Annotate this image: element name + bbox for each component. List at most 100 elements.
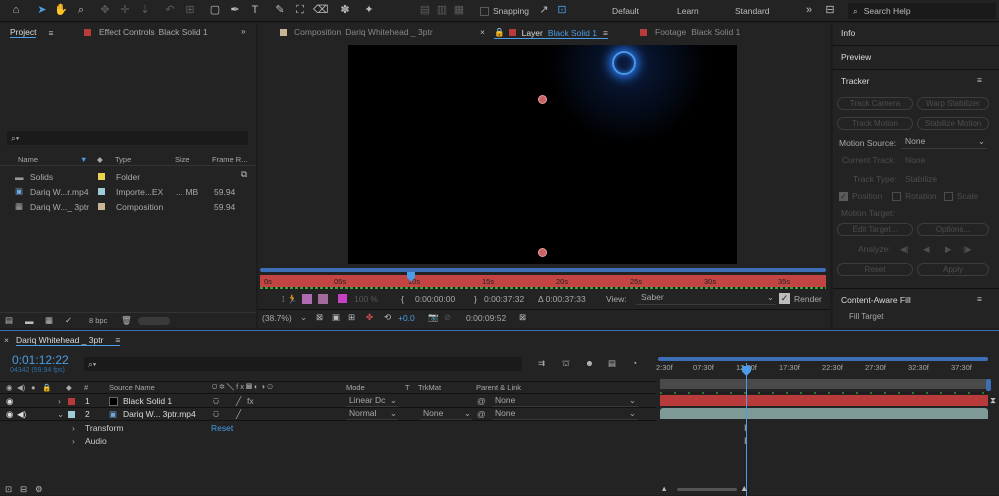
refine-icon[interactable] — [318, 294, 328, 304]
puppet-icon[interactable]: 🏃 — [287, 294, 298, 305]
time-ruler[interactable]: 2:30f 07:30f 12:30f 17:30f 22:30f 27:30f… — [656, 363, 996, 377]
flowchart-icon[interactable]: ⧉ — [241, 169, 247, 180]
col-size[interactable]: Size — [175, 155, 190, 164]
lock-switch-icon[interactable]: 🔒 — [42, 383, 51, 392]
eraser-tool-icon[interactable]: ⌫ — [313, 3, 329, 17]
puppet-pin-icon[interactable]: ✦ — [362, 3, 376, 17]
roto-brush-icon[interactable]: ✽ — [338, 3, 352, 17]
warp-stabilizer-button[interactable]: Warp Stabilizer — [917, 97, 989, 110]
property-row-transform[interactable]: › Transform Reset — [0, 422, 656, 435]
show-snapshot-icon[interactable]: ⊘ — [444, 312, 451, 323]
audio-icon[interactable]: ◀) — [17, 409, 26, 420]
color-channels-icon[interactable]: ✤ — [366, 312, 373, 323]
content-aware-fill-header[interactable]: Content-Aware Fill — [841, 295, 911, 305]
analyze-forward-icon[interactable]: ▶ — [945, 244, 952, 255]
reset-button[interactable]: Reset — [837, 263, 913, 276]
render-time-toggle-icon[interactable]: ⚙ — [35, 484, 43, 495]
rectangle-tool-icon[interactable]: ▢ — [208, 3, 222, 17]
workspace-overflow-icon[interactable]: » — [802, 3, 816, 17]
search-help-field[interactable]: ⌕ Search Help — [848, 3, 996, 19]
align-right-icon[interactable]: ▦ — [452, 3, 466, 17]
shy-switch-icon[interactable]: ⩂ — [213, 409, 219, 420]
layer-label-color[interactable] — [68, 411, 75, 418]
viewer-canvas[interactable] — [348, 45, 737, 264]
magenta-swatch[interactable] — [338, 294, 347, 303]
align-center-icon[interactable]: ▥ — [435, 3, 449, 17]
layer-name[interactable]: Black Solid 1 — [123, 396, 172, 406]
col-type[interactable]: Type — [115, 155, 131, 164]
exposure-value[interactable]: +0.0 — [398, 313, 415, 323]
audio-switch-icon[interactable]: ◀) — [17, 383, 25, 392]
hand-tool-icon[interactable]: ✋ — [54, 3, 68, 17]
zoom-out-icon[interactable]: ▴ — [662, 483, 666, 494]
current-track-value[interactable]: None — [905, 155, 925, 165]
scale-checkbox[interactable]: Scale — [944, 191, 978, 201]
zoom-in-icon[interactable]: ▲ — [740, 483, 748, 493]
in-time[interactable]: 0:00:00:00 — [415, 294, 455, 304]
track-type-value[interactable]: Stabilize — [905, 174, 937, 184]
layer-switches-toggle-icon[interactable]: ⊡ — [5, 484, 12, 495]
track-motion-button[interactable]: Track Motion — [837, 117, 913, 130]
tracker-panel-header[interactable]: Tracker — [841, 76, 870, 86]
new-composition-icon[interactable]: ▦ — [45, 315, 53, 326]
visibility-eye-icon[interactable]: ◉ — [6, 396, 13, 407]
anchor-point-marker[interactable] — [538, 95, 547, 104]
track-camera-button[interactable]: Track Camera — [837, 97, 913, 110]
brush-tool-icon[interactable]: ✎ — [273, 3, 287, 17]
close-tab-icon[interactable]: × — [480, 27, 485, 37]
timeline-search-field[interactable]: ⌕▾ — [84, 357, 522, 371]
collapse-arrow-icon[interactable]: ⌄ — [57, 409, 64, 420]
timeline-tab[interactable]: Dariq Whitehead _ 3ptr ≡ — [16, 335, 121, 346]
position-checkbox[interactable]: ✓ Position — [839, 191, 882, 201]
edit-target-button[interactable]: Edit Target... — [837, 223, 913, 236]
layer-bar-black-solid[interactable] — [660, 395, 988, 406]
view-select[interactable]: Saber ⌄ — [636, 292, 776, 305]
col-frame-rate[interactable]: Frame R... — [212, 155, 247, 164]
apply-button[interactable]: Apply — [917, 263, 989, 276]
layer-label-color[interactable] — [68, 398, 75, 405]
options-button[interactable]: Options... — [917, 223, 989, 236]
clone-stamp-icon[interactable]: ⛶ — [293, 3, 307, 17]
panel-overflow-icon[interactable]: » — [241, 26, 246, 36]
label-column-icon[interactable]: ◆ — [97, 155, 103, 164]
sort-indicator-icon[interactable]: ▼ — [80, 155, 87, 164]
tab-composition[interactable]: Composition Dariq Whitehead _ 3ptr — [280, 27, 433, 37]
quality-switch-icon[interactable]: ╱ — [236, 409, 241, 420]
property-row-audio[interactable]: › Audio — [0, 435, 656, 448]
stabilize-motion-button[interactable]: Stabilize Motion — [917, 117, 989, 130]
visibility-eye-icon[interactable]: ◉ — [6, 409, 13, 420]
motion-source-select[interactable]: None ⌄ — [901, 136, 987, 149]
workspace-learn[interactable]: Learn — [677, 6, 699, 16]
hamburger-icon[interactable]: ≡ — [977, 75, 982, 85]
hamburger-icon[interactable]: ≡ — [977, 294, 982, 304]
table-row[interactable]: ◉ ◀) ⌄ 2 ▣ Dariq W... 3ptr.mp4 ⩂ ╱ Norma… — [0, 408, 656, 421]
bpc-label[interactable]: 8 bpc — [89, 316, 107, 325]
home-icon[interactable]: ⌂ — [9, 3, 23, 17]
col-name[interactable]: Name — [18, 155, 38, 164]
roto-icon[interactable] — [302, 294, 312, 304]
quality-switch-icon[interactable]: ╱ — [236, 396, 241, 407]
exposure-icon[interactable]: ⟲ — [384, 312, 391, 323]
shy-layers-icon[interactable]: ☻ — [585, 358, 594, 368]
analyze-back-icon[interactable]: ◀ — [923, 244, 930, 255]
zoom-tool-icon[interactable]: ⌕ — [74, 3, 88, 17]
tab-project[interactable]: Project ≡ — [10, 27, 53, 38]
composition-flowchart-icon[interactable]: ⇉ — [538, 358, 545, 369]
safe-zones-icon[interactable]: ⊠ — [316, 312, 323, 323]
expand-arrow-icon[interactable]: › — [72, 423, 75, 433]
zoom-slider[interactable] — [677, 488, 737, 491]
interpret-footage-icon[interactable]: ▤ — [5, 315, 13, 326]
layer-time-ruler[interactable]: 0s 05s 10s 15s 20s 25s 30s 35s — [260, 268, 826, 289]
list-item[interactable]: ▣ Dariq W...r.mp4 Importe...EX ... MB 59… — [0, 184, 240, 199]
parent-select[interactable]: None ⌄ — [492, 395, 638, 407]
frame-blending-icon[interactable]: ▤ — [608, 358, 616, 369]
table-row[interactable]: ◉ › 1 Black Solid 1 ⩂ ╱ fx Linear Dc ⌄ @… — [0, 395, 656, 408]
snapshot-icon[interactable]: 📷 — [428, 312, 439, 323]
draft-3d-icon[interactable]: ⛫ — [562, 358, 570, 370]
shy-switch-icon[interactable]: ⩂ — [213, 396, 219, 407]
pan-camera-icon[interactable]: ✛ — [118, 3, 132, 17]
out-point-icon[interactable]: } — [474, 294, 477, 304]
label-column-icon[interactable]: ◆ — [66, 383, 72, 392]
motion-blur-icon[interactable]: ◔ — [632, 358, 637, 368]
mode-select[interactable]: Normal ⌄ — [346, 408, 398, 420]
